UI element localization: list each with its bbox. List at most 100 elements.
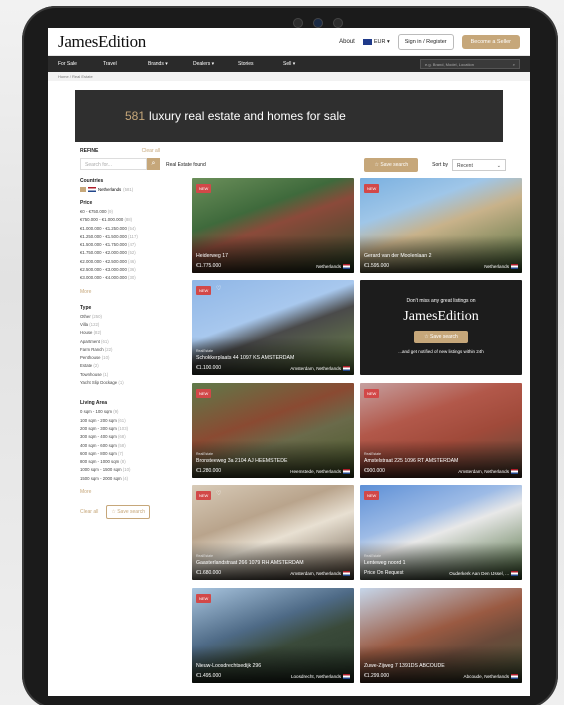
listing-card[interactable]: NEW Heiderweg 17 €1.775.000 Netherlands xyxy=(192,178,354,273)
listing-card[interactable]: NEW RealEstate Bronsteeweg 3a 2104 AJ HEEM… xyxy=(192,383,354,478)
filter-option[interactable]: 400 sqm - 600 sqm (58) xyxy=(80,443,160,451)
card-price: €1.775.000 xyxy=(196,263,222,269)
sidebar-footer: Clear all ☆ Save search xyxy=(80,505,160,520)
netherlands-flag-icon xyxy=(343,366,350,371)
heart-icon[interactable]: ♡ xyxy=(216,285,221,292)
new-badge: NEW xyxy=(196,594,212,603)
filter-option[interactable]: Apartment (61) xyxy=(80,339,160,347)
listing-card[interactable]: NEW Gerard van der Moolenlaan 2 €1.595.000… xyxy=(360,178,522,273)
card-title[interactable]: Gaasterlandstraat 266 1079 RH AMSTERDAM xyxy=(196,560,304,566)
filter-option[interactable]: €1.000.000 - €1.250.000 (54) xyxy=(80,226,160,234)
listing-card[interactable]: NEW RealEstate Lenteweg noord 1 Price On Re… xyxy=(360,485,522,580)
filter-search: Search for... ⌕ xyxy=(80,158,160,170)
listing-card[interactable]: NEW RealEstate Amstelstraat 225 1096 RT AM… xyxy=(360,383,522,478)
filter-option[interactable]: Villa (122) xyxy=(80,322,160,330)
footer-clear-all[interactable]: Clear all xyxy=(80,509,98,515)
listing-card[interactable]: Zuwe-Zijweg 7 1391DS ABCOUDE €1.299.000 Ab… xyxy=(360,588,522,683)
filter-option[interactable]: 0 sqm - 100 sqm (9) xyxy=(80,409,160,417)
save-search-button[interactable]: ☆ Save search xyxy=(364,158,419,172)
site-logo[interactable]: JamesEdition xyxy=(58,32,146,52)
filter-sidebar: REFINE Clear all Search for... ⌕ Countri… xyxy=(80,148,160,520)
listing-card[interactable]: NEW ♡ RealEstate Schokkerplaats 44 1097 KS … xyxy=(192,280,354,375)
filter-option[interactable]: 100 sqm - 200 sqm (61) xyxy=(80,418,160,426)
nav-item-travel[interactable]: Travel xyxy=(103,61,148,67)
card-category: RealEstate xyxy=(364,554,382,558)
filter-option[interactable]: Other (250) xyxy=(80,314,160,322)
filter-option[interactable]: 300 sqm - 400 sqm (68) xyxy=(80,434,160,442)
footer-save-search-button[interactable]: ☆ Save search xyxy=(106,505,151,520)
filter-option[interactable]: €1.750.000 - €2.000.000 (52) xyxy=(80,250,160,258)
promo-subtext: ...and get notified of new listings with… xyxy=(398,349,484,354)
nav-item-stories[interactable]: Stories xyxy=(238,61,283,67)
refine-header: REFINE Clear all xyxy=(80,148,160,154)
new-badge: NEW xyxy=(364,389,380,398)
new-badge: NEW xyxy=(196,286,212,295)
card-title[interactable]: Lenteweg noord 1 xyxy=(364,560,406,566)
card-title[interactable]: Nieuw-Loosdrechtsedijk 296 xyxy=(196,663,261,669)
card-title[interactable]: Gerard van der Moolenlaan 2 xyxy=(364,253,431,259)
filter-option[interactable]: 200 sqm - 300 sqm (103) xyxy=(80,426,160,434)
filter-option[interactable]: €2.000.000 - €2.500.000 (46) xyxy=(80,259,160,267)
camera-bar xyxy=(280,18,356,28)
card-price: €1.299.000 xyxy=(364,673,390,679)
filter-option[interactable]: Estate (2) xyxy=(80,363,160,371)
country-option-netherlands[interactable]: Netherlands (581) xyxy=(80,187,160,192)
area-more-link[interactable]: More xyxy=(80,489,160,495)
nav-search-input[interactable]: e.g. Brand, Model, Location ⌕ xyxy=(420,59,520,69)
price-more-link[interactable]: More xyxy=(80,289,160,295)
site-header: JamesEdition About EUR ▾ Sign in / Regis… xyxy=(48,28,530,56)
filter-option[interactable]: €3.000.000 - €4.000.000 (30) xyxy=(80,275,160,283)
listing-card[interactable]: NEW Nieuw-Loosdrechtsedijk 296 €1.495.000 L… xyxy=(192,588,354,683)
filter-option[interactable]: 800 sqm - 1000 sqm (8) xyxy=(80,459,160,467)
eu-flag-icon xyxy=(362,38,372,45)
card-title[interactable]: Bronsteeweg 3a 2104 AJ HEEMSTEDE xyxy=(196,458,287,464)
filter-option[interactable]: 600 sqm - 800 sqm (7) xyxy=(80,451,160,459)
search-icon: ⌕ xyxy=(512,61,515,67)
about-link[interactable]: About xyxy=(339,39,355,45)
filter-option[interactable]: €2.500.000 - €3.000.000 (36) xyxy=(80,267,160,275)
netherlands-flag-icon xyxy=(343,674,350,679)
nav-item-dealers[interactable]: Dealers ▾ xyxy=(193,61,238,67)
card-title[interactable]: Amstelstraat 225 1096 RT AMSTERDAM xyxy=(364,458,458,464)
card-location: Loosdrecht, Netherlands xyxy=(291,674,350,679)
filter-option[interactable]: €1.250.000 - €1.500.000 (117) xyxy=(80,234,160,242)
card-title[interactable]: Heiderweg 17 xyxy=(196,253,228,259)
filter-option[interactable]: 1500 sqm - 2000 sqm (4) xyxy=(80,476,160,484)
sort-select[interactable]: Recent ⌄ xyxy=(452,159,506,171)
card-location: Netherlands xyxy=(316,264,350,269)
search-icon[interactable]: ⌕ xyxy=(147,158,160,170)
currency-selector[interactable]: EUR ▾ xyxy=(362,38,390,45)
page-hero: 581 luxury real estate and homes for sal… xyxy=(75,90,503,142)
filter-option[interactable]: €0 - €750.000 (9) xyxy=(80,209,160,217)
page-title: luxury real estate and homes for sale xyxy=(149,109,346,123)
filter-option[interactable]: €1.500.000 - €1.750.000 (47) xyxy=(80,242,160,250)
listing-card[interactable]: NEW ♡ RealEstate Gaasterlandstraat 266 1079… xyxy=(192,485,354,580)
filter-option[interactable]: Penthouse (10) xyxy=(80,355,160,363)
become-seller-button[interactable]: Become a Seller xyxy=(461,34,520,49)
filter-option[interactable]: Townhouse (1) xyxy=(80,372,160,380)
new-badge: NEW xyxy=(364,491,380,500)
filter-option[interactable]: Farm Ranch (22) xyxy=(80,347,160,355)
sign-in-button[interactable]: Sign in / Register xyxy=(397,33,454,50)
new-badge: NEW xyxy=(196,184,212,193)
results-found-text: Real Estate found xyxy=(166,162,206,168)
card-title[interactable]: Schokkerplaats 44 1097 KS AMSTERDAM xyxy=(196,355,294,361)
card-title[interactable]: Zuwe-Zijweg 7 1391DS ABCOUDE xyxy=(364,663,445,669)
filter-option[interactable]: House (82) xyxy=(80,330,160,338)
breadcrumb[interactable]: Home / Real Estate xyxy=(48,72,530,81)
netherlands-flag-icon xyxy=(88,187,96,192)
filter-option[interactable]: €750.000 - €1.000.000 (88) xyxy=(80,217,160,225)
filter-search-input[interactable]: Search for... xyxy=(80,158,147,170)
heart-icon[interactable]: ♡ xyxy=(216,490,221,497)
nav-item-brands[interactable]: Brands ▾ xyxy=(148,61,193,67)
checkbox-checked-icon[interactable] xyxy=(80,187,86,192)
filter-option[interactable]: Yacht Slip Dockage (1) xyxy=(80,380,160,388)
filter-option[interactable]: 1000 sqm - 1500 sqm (10) xyxy=(80,467,160,475)
main-nav: For Sale Travel Brands ▾ Dealers ▾ Stori… xyxy=(48,56,530,72)
card-price: €1.100.000 xyxy=(196,365,222,371)
promo-save-search-button[interactable]: ☆ Save search xyxy=(414,331,468,343)
results-bar: Real Estate found ☆ Save search Sort by … xyxy=(166,158,506,172)
nav-item-sell[interactable]: Sell ▾ xyxy=(283,61,328,67)
nav-item-for-sale[interactable]: For Sale xyxy=(58,61,103,67)
clear-all-link[interactable]: Clear all xyxy=(142,148,160,154)
